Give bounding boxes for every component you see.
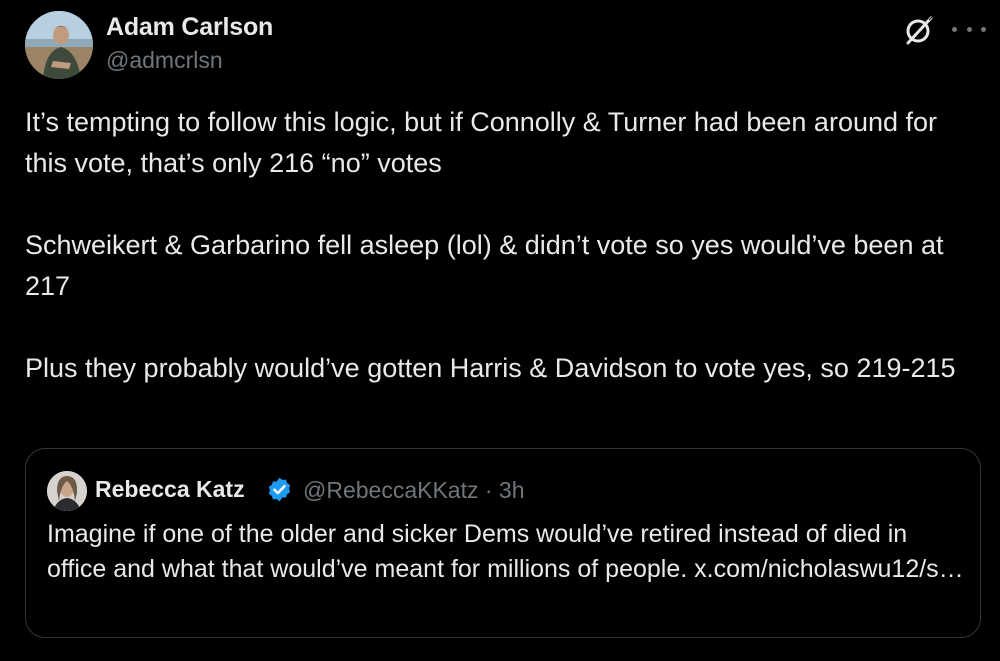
tweet: Adam Carlson @admcrlsn It’s tempting to … xyxy=(0,0,1000,661)
dot xyxy=(981,26,986,32)
quoted-author-avatar[interactable] xyxy=(47,471,87,511)
more-icon[interactable] xyxy=(952,14,986,44)
dot xyxy=(966,26,972,32)
quoted-tweet-text: Imagine if one of the older and sicker D… xyxy=(47,520,964,583)
quoted-author-handle-time[interactable]: @RebeccaKKatz · 3h xyxy=(303,477,525,504)
grok-icon[interactable] xyxy=(903,14,935,46)
tweet-paragraph: It’s tempting to follow this logic, but … xyxy=(25,107,938,178)
verified-badge-icon xyxy=(266,476,293,503)
author-name[interactable]: Adam Carlson xyxy=(106,13,273,42)
author-avatar[interactable] xyxy=(25,11,93,79)
quoted-tweet[interactable]: Rebecca Katz @RebeccaKKatz · 3h Imagine … xyxy=(25,448,981,638)
quoted-author-name[interactable]: Rebecca Katz xyxy=(95,476,245,503)
dot xyxy=(952,26,957,32)
tweet-body: It’s tempting to follow this logic, but … xyxy=(25,102,975,389)
tweet-paragraph: Plus they probably would’ve gotten Harri… xyxy=(25,353,956,383)
author-handle[interactable]: @admcrlsn xyxy=(106,47,223,74)
tweet-paragraph: Schweikert & Garbarino fell asleep (lol)… xyxy=(25,230,944,301)
